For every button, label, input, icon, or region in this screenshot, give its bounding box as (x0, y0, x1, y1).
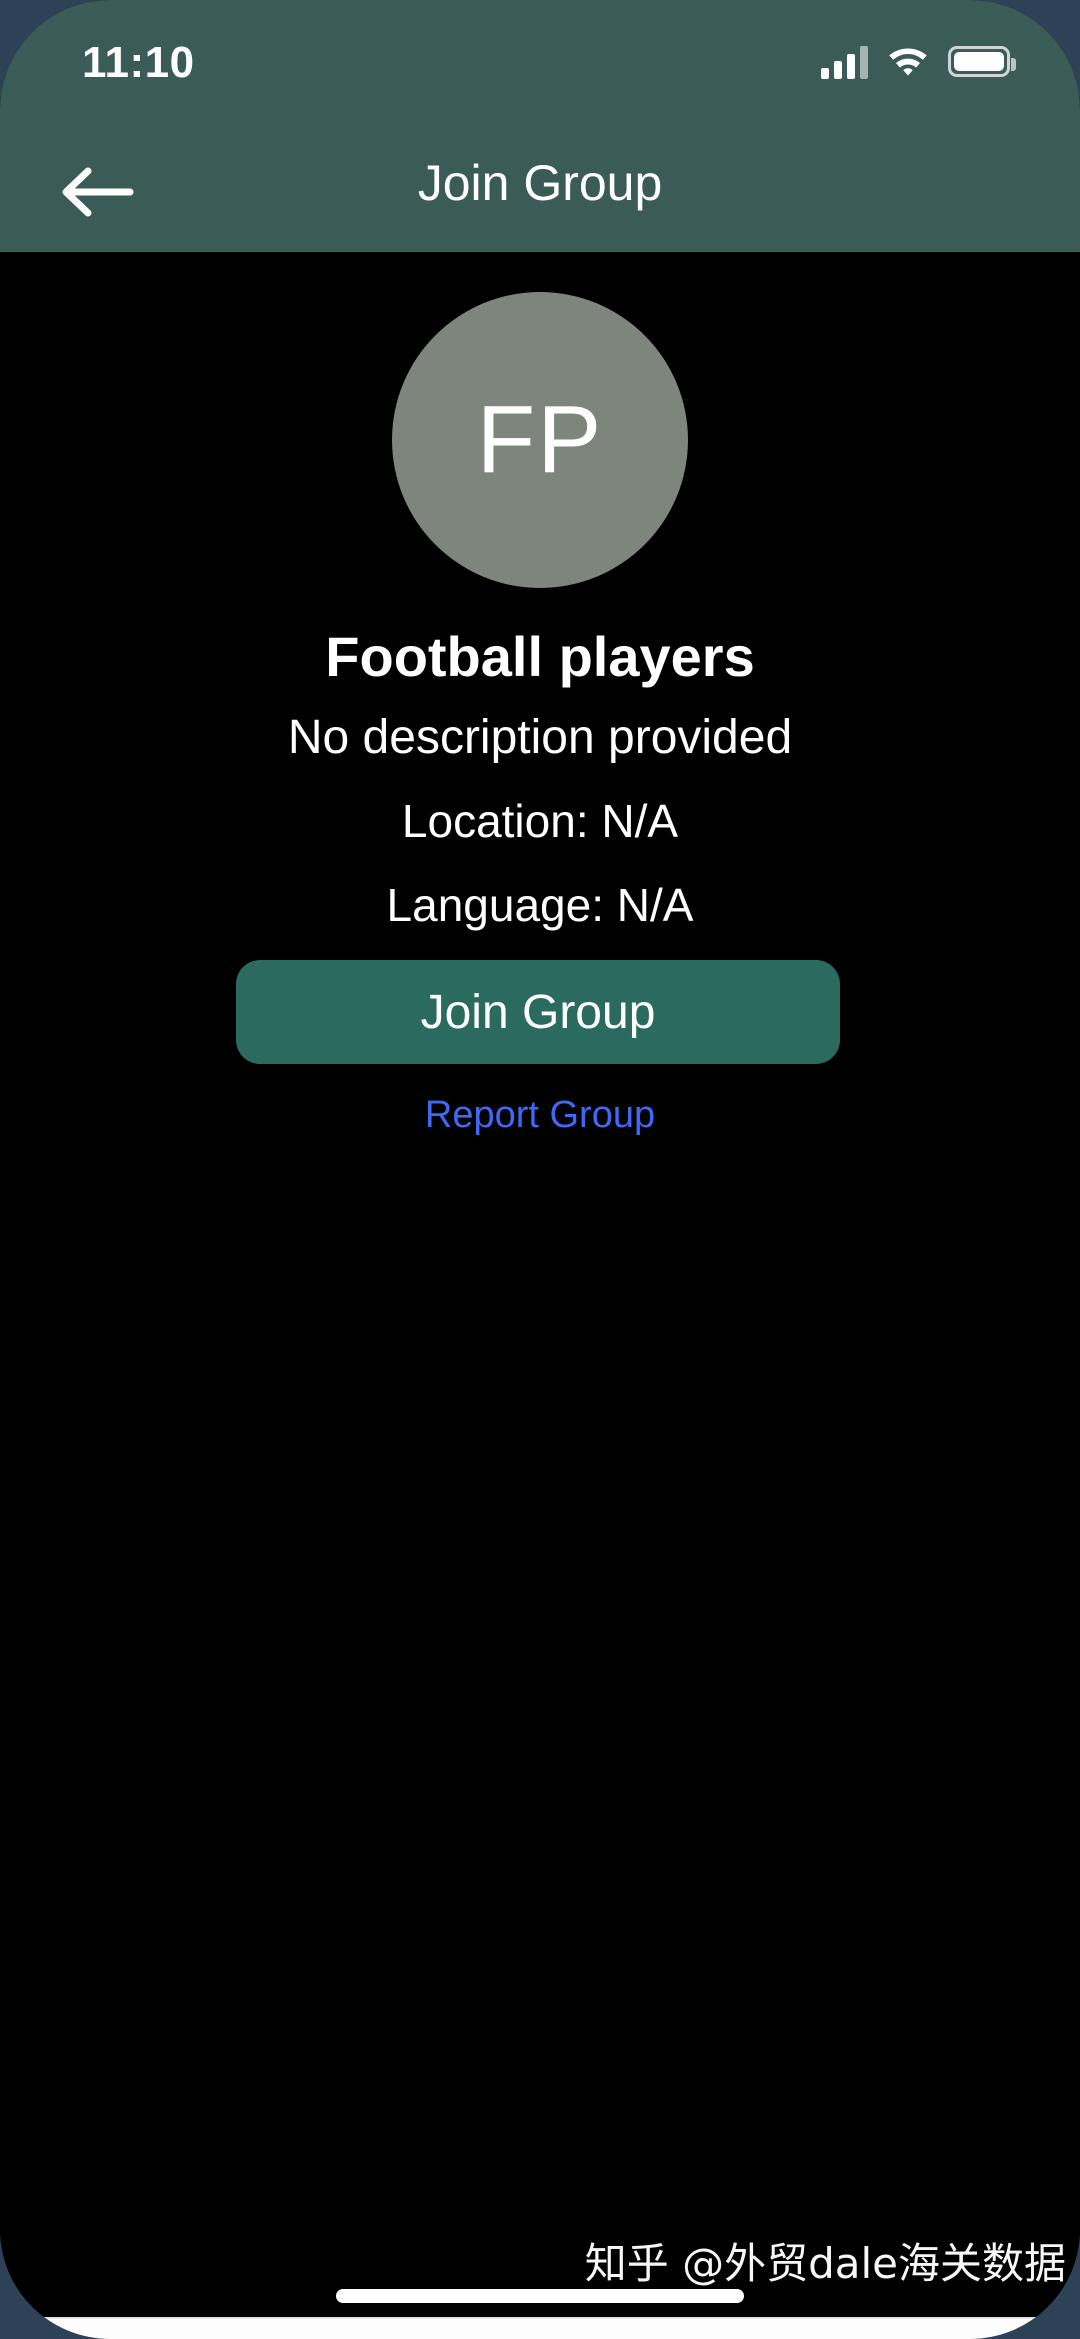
cellular-signal-icon (821, 45, 868, 79)
group-location: Location: N/A (401, 795, 679, 847)
page-title: Join Group (417, 155, 663, 211)
home-indicator[interactable] (336, 2289, 744, 2303)
join-group-button[interactable]: Join Group (236, 960, 840, 1064)
phone-screen: 11:10 Join Group FP Football players No … (0, 0, 1080, 2339)
wifi-icon (886, 42, 930, 81)
nav-bar: Join Group (0, 132, 1080, 252)
ad-banner[interactable]: i ✕ 年定制中文网课，对接HSK和国际权威，全面提升听说读写能力，快来免费 打… (0, 2317, 1080, 2339)
battery-icon (948, 46, 1016, 77)
watermark: 知乎 @外贸dale海关数据 (584, 2239, 1066, 2288)
avatar: FP (392, 292, 688, 588)
avatar-initials: FP (476, 386, 604, 493)
status-bar-icons (821, 42, 1016, 81)
group-description: No description provided (287, 711, 793, 764)
group-language: Language: N/A (386, 879, 694, 931)
status-bar-time: 11:10 (82, 38, 195, 87)
report-group-link[interactable]: Report Group (0, 1094, 1080, 1137)
adchoices-icon[interactable] (0, 2319, 34, 2339)
main-content: FP Football players No description provi… (0, 252, 1080, 2339)
status-bar: 11:10 (0, 0, 1080, 132)
group-name: Football players (325, 625, 755, 688)
